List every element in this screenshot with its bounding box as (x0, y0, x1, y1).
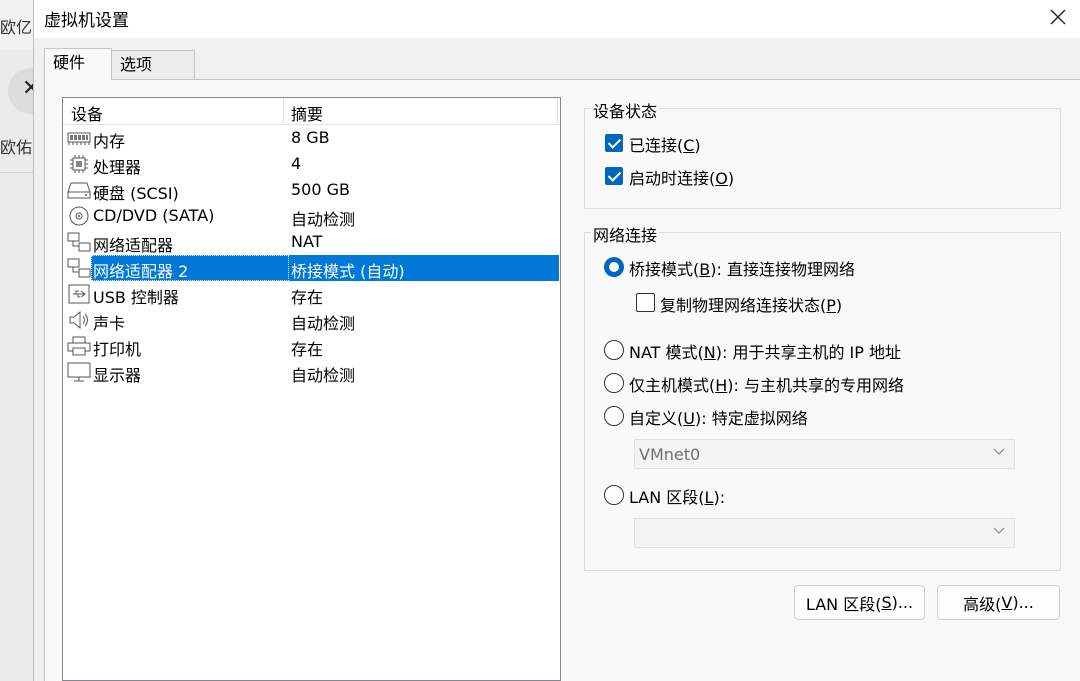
device-name: 处理器 (93, 158, 142, 177)
processor-icon (67, 155, 91, 173)
background-app: 欧亿 ✕ 欧佑 (0, 0, 34, 681)
device-summary: 存在 (291, 340, 324, 359)
host-only-radio[interactable] (604, 373, 624, 393)
list-header: 设备 摘要 (63, 98, 560, 125)
background-app-text: 欧佑 (0, 138, 33, 157)
device-row-sound-card[interactable]: 声卡 自动检测 (63, 307, 560, 333)
column-divider[interactable] (283, 98, 284, 124)
device-status-group (584, 108, 1061, 209)
lan-segment-label[interactable]: LAN 区段(L): (629, 484, 725, 508)
device-row-display[interactable]: 显示器 自动检测 (63, 359, 560, 385)
select-value: VMnet0 (639, 445, 701, 464)
title-bar: 虚拟机设置 (34, 0, 1080, 38)
network-adapter-icon (67, 258, 91, 278)
device-summary: 存在 (291, 288, 324, 307)
device-name: 网络适配器 (93, 236, 174, 255)
chevron-down-icon (993, 448, 1005, 455)
device-name: 打印机 (93, 340, 142, 359)
device-row-usb-controller[interactable]: USB 控制器 存在 (63, 281, 560, 307)
memory-icon (67, 129, 91, 147)
device-row-harddisk[interactable]: 硬盘 (SCSI) 500 GB (63, 177, 560, 203)
column-divider[interactable] (557, 98, 558, 124)
device-summary: 8 GB (291, 128, 330, 147)
device-name: 硬盘 (SCSI) (93, 184, 179, 203)
lan-segments-button[interactable]: LAN 区段(S)... (794, 585, 925, 620)
device-row-printer[interactable]: 打印机 存在 (63, 333, 560, 359)
device-summary: NAT (291, 232, 323, 251)
column-header-device[interactable]: 设备 (71, 101, 103, 125)
usb-icon (67, 284, 91, 304)
connect-at-power-on-label[interactable]: 启动时连接(O) (629, 165, 734, 189)
replicate-state-checkbox[interactable] (636, 293, 655, 312)
device-row-processor[interactable]: 处理器 4 (63, 151, 560, 177)
connected-label[interactable]: 已连接(C) (629, 132, 701, 156)
close-icon (1050, 9, 1066, 25)
replicate-state-label[interactable]: 复制物理网络连接状态(P) (660, 292, 842, 316)
bridged-radio[interactable] (604, 257, 624, 277)
connected-checkbox[interactable] (605, 134, 623, 152)
device-summary: 500 GB (291, 180, 350, 199)
bridged-label[interactable]: 桥接模式(B): 直接连接物理网络 (629, 256, 855, 280)
custom-network-select[interactable]: VMnet0 (634, 439, 1015, 469)
device-name: 显示器 (93, 366, 142, 385)
device-summary: 自动检测 (291, 314, 356, 333)
custom-label[interactable]: 自定义(U): 特定虚拟网络 (629, 405, 808, 429)
background-app-text: 欧亿 (0, 18, 33, 37)
nat-label[interactable]: NAT 模式(N): 用于共享主机的 IP 地址 (629, 339, 901, 363)
network-adapter-icon (67, 232, 91, 252)
close-button[interactable] (1035, 0, 1080, 34)
device-name: 声卡 (93, 314, 126, 333)
device-row-network-adapter[interactable]: 网络适配器 NAT (63, 229, 560, 255)
harddisk-icon (67, 181, 91, 199)
device-row-cd-dvd[interactable]: CD/DVD (SATA) 自动检测 (63, 203, 560, 229)
printer-icon (67, 336, 91, 356)
network-connection-title: 网络连接 (591, 222, 660, 246)
host-only-label[interactable]: 仅主机模式(H): 与主机共享的专用网络 (629, 372, 904, 396)
device-summary: 桥接模式 (自动) (291, 262, 405, 281)
device-summary: 自动检测 (291, 366, 356, 385)
chevron-down-icon (993, 527, 1005, 534)
column-header-summary[interactable]: 摘要 (291, 101, 323, 125)
device-row-memory[interactable]: 内存 8 GB (63, 125, 560, 151)
nat-radio[interactable] (604, 340, 624, 360)
device-row-network-adapter-2[interactable]: 网络适配器 2 桥接模式 (自动) (63, 255, 560, 281)
vm-settings-dialog: 虚拟机设置 硬件 选项 设备 摘要 内存 8 GB 处理器 4 硬盘 (SCSI… (33, 0, 1080, 681)
lan-segment-radio[interactable] (604, 485, 624, 505)
device-name: CD/DVD (SATA) (93, 206, 215, 225)
display-icon (67, 362, 91, 382)
connect-at-power-on-checkbox[interactable] (605, 167, 623, 185)
device-list[interactable]: 设备 摘要 内存 8 GB 处理器 4 硬盘 (SCSI) 500 GB CD/… (62, 97, 561, 681)
device-summary: 自动检测 (291, 210, 356, 229)
device-name: 内存 (93, 132, 126, 151)
tab-options[interactable]: 选项 (111, 50, 195, 80)
window-title: 虚拟机设置 (44, 11, 129, 31)
advanced-button[interactable]: 高级(V)... (937, 585, 1060, 620)
lan-segment-select[interactable] (634, 518, 1015, 548)
cd-dvd-icon (67, 206, 91, 226)
device-status-title: 设备状态 (591, 98, 660, 122)
device-name: 网络适配器 2 (93, 262, 189, 281)
device-name: USB 控制器 (93, 288, 179, 307)
device-summary: 4 (291, 154, 302, 173)
divider (0, 172, 33, 173)
tab-hardware[interactable]: 硬件 (44, 48, 112, 80)
custom-radio[interactable] (604, 406, 624, 426)
sound-card-icon (67, 310, 91, 330)
